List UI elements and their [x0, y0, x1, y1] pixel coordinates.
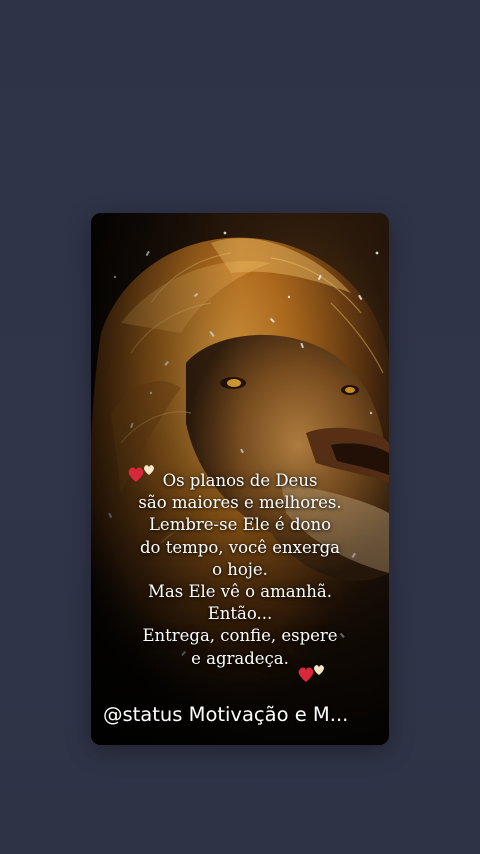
hearts-icon [297, 663, 329, 685]
quote-line: Então... [207, 604, 273, 624]
quote-line: e agradeça. [191, 648, 289, 668]
story-card[interactable]: Os planos de Deus são maiores e melhores… [91, 213, 389, 745]
quote-line: Os planos de Deus [162, 471, 318, 490]
quote-line: do tempo, você enxerga [139, 537, 341, 557]
quote-line: Lembre-se Ele é dono [148, 515, 332, 535]
quote-line: Entrega, confie, espere [142, 626, 338, 646]
quote-text: Os planos de Deus são maiores e melhores… [91, 470, 389, 670]
quote-line: o hoje. [212, 559, 268, 579]
quote-line: Mas Ele vê o amanhã. [148, 582, 332, 602]
channel-watermark[interactable]: @status Motivação e M... [103, 703, 383, 726]
quote-line: são maiores e melhores. [138, 493, 342, 513]
